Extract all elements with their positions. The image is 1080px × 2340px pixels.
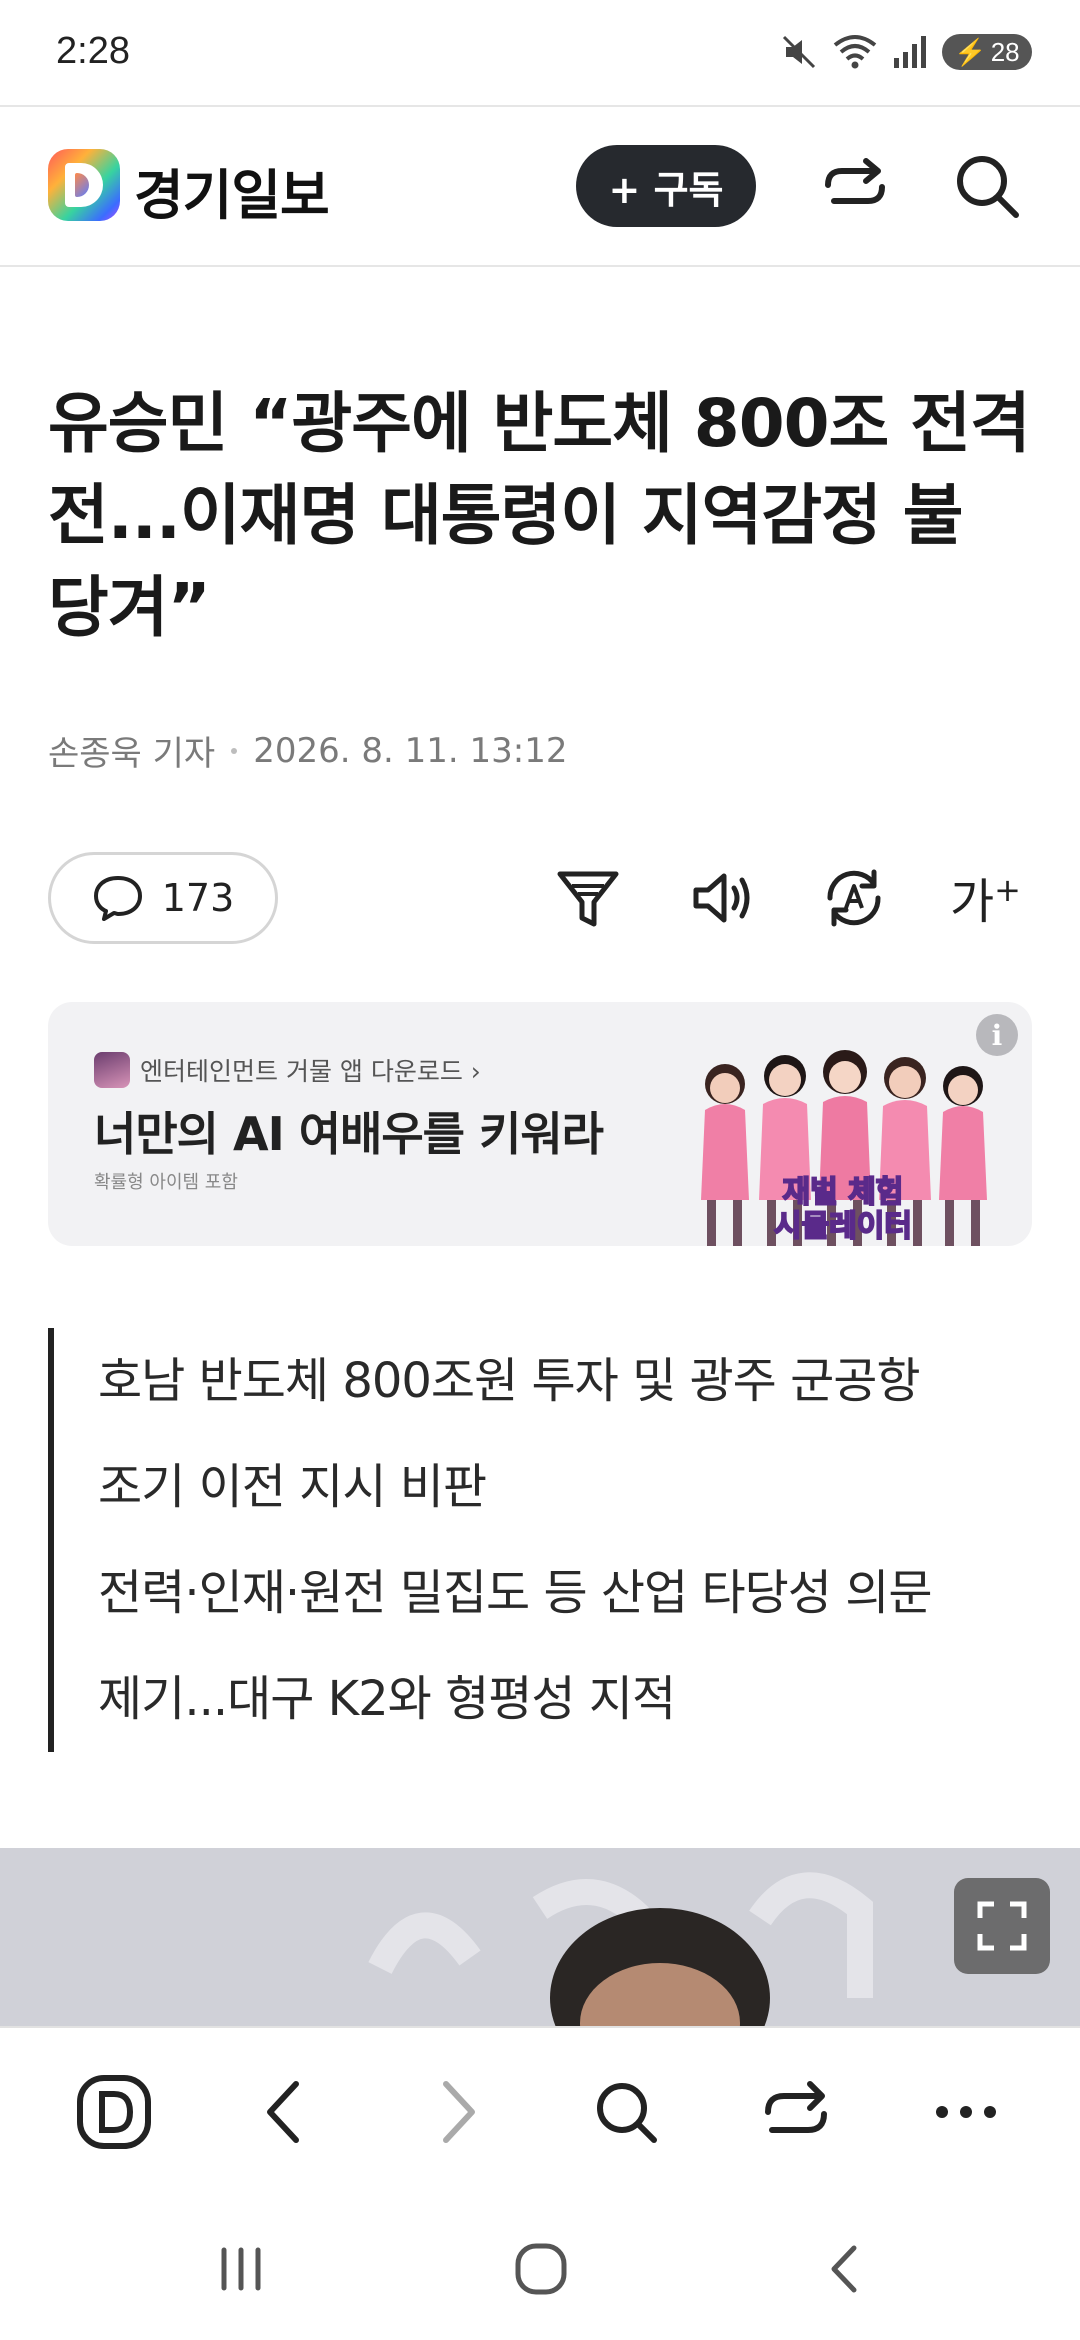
battery-indicator: ⚡ 28 bbox=[942, 34, 1032, 70]
summary-line: 조기 이전 지시 비판 bbox=[98, 1459, 487, 1515]
comments-button[interactable]: 173 bbox=[48, 852, 278, 944]
search-icon[interactable] bbox=[950, 149, 1024, 223]
speaker-icon[interactable] bbox=[686, 862, 758, 934]
share-icon[interactable] bbox=[754, 2070, 838, 2154]
article-photo[interactable] bbox=[0, 1848, 1080, 2026]
ad-title: 너만의 AI 여배우를 키워라 bbox=[94, 1107, 604, 1161]
forward-icon[interactable] bbox=[414, 2070, 498, 2154]
app-header: 경기일보 + 구독 bbox=[0, 105, 1080, 267]
ad-app-label: 엔터테인먼트 거물 앱 다운로드 › bbox=[140, 1057, 481, 1086]
filter-icon[interactable] bbox=[552, 862, 624, 934]
back-icon[interactable] bbox=[244, 2070, 328, 2154]
article-byline: 손종욱 기자 2026. 8. 11. 13:12 bbox=[48, 726, 567, 775]
comment-count: 173 bbox=[161, 876, 235, 920]
ad-image-text-1: 재벌 체험 bbox=[783, 1175, 904, 1210]
status-time: 2:28 bbox=[56, 30, 130, 72]
comment-icon bbox=[93, 876, 142, 921]
status-icons: ⚡ 28 bbox=[780, 30, 1032, 74]
bottom-navigation bbox=[0, 2026, 1080, 2196]
wifi-icon bbox=[833, 35, 877, 69]
publish-datetime: 2026. 8. 11. 13:12 bbox=[253, 730, 568, 771]
expand-photo-button[interactable] bbox=[954, 1878, 1050, 1974]
daum-home-icon[interactable] bbox=[72, 2070, 156, 2154]
battery-level: 28 bbox=[990, 36, 1020, 67]
system-back-icon[interactable] bbox=[810, 2234, 880, 2304]
ad-info-icon[interactable]: i bbox=[976, 1014, 1018, 1056]
ad-app-row[interactable]: 엔터테인먼트 거물 앱 다운로드 › bbox=[94, 1052, 481, 1088]
recent-apps-icon[interactable] bbox=[206, 2234, 276, 2304]
ad-app-thumbnail bbox=[94, 1052, 130, 1088]
publisher-name[interactable]: 경기일보 bbox=[134, 151, 330, 230]
advertisement-banner[interactable]: 엔터테인먼트 거물 앱 다운로드 › 너만의 AI 여배우를 키워라 확률형 아… bbox=[48, 1002, 1032, 1246]
font-size-icon[interactable]: 가+ bbox=[950, 862, 1021, 932]
home-icon[interactable] bbox=[506, 2234, 576, 2304]
signal-icon bbox=[894, 36, 926, 68]
battery-charging-icon: ⚡ bbox=[954, 36, 987, 67]
article-headline: 유승민 “광주에 반도체 800조 전격전...이재명 대통령이 지역감정 불 … bbox=[48, 385, 1031, 646]
byline-separator bbox=[231, 747, 238, 754]
ad-image-text-2: 시뮬레이터 bbox=[774, 1209, 912, 1244]
status-bar: 2:28 ⚡ 28 bbox=[0, 0, 1080, 105]
summary-line: 제기...대구 K2와 형평성 지적 bbox=[98, 1671, 676, 1727]
mute-icon bbox=[782, 35, 816, 69]
font-size-label: 가 bbox=[950, 874, 995, 930]
system-navigation bbox=[0, 2194, 1080, 2340]
more-icon[interactable] bbox=[924, 2070, 1008, 2154]
daum-logo-icon[interactable] bbox=[48, 149, 120, 221]
translate-icon[interactable] bbox=[818, 862, 890, 934]
summary-line: 호남 반도체 800조원 투자 및 광주 군공항 bbox=[98, 1353, 921, 1409]
subscribe-button[interactable]: + 구독 bbox=[576, 145, 756, 227]
author-name[interactable]: 손종욱 기자 bbox=[48, 726, 215, 775]
summary-line: 전력·인재·원전 밀집도 등 산업 타당성 의문 bbox=[98, 1565, 933, 1621]
ad-note: 확률형 아이템 포함 bbox=[94, 1172, 238, 1193]
article-summary: 호남 반도체 800조원 투자 및 광주 군공항 조기 이전 지시 비판 전력·… bbox=[48, 1328, 1038, 1752]
ad-image: 재벌 체험 시뮬레이터 bbox=[701, 1050, 987, 1246]
share-icon[interactable] bbox=[820, 155, 890, 217]
fullscreen-icon bbox=[977, 1901, 1027, 1951]
search-icon[interactable] bbox=[584, 2070, 668, 2154]
